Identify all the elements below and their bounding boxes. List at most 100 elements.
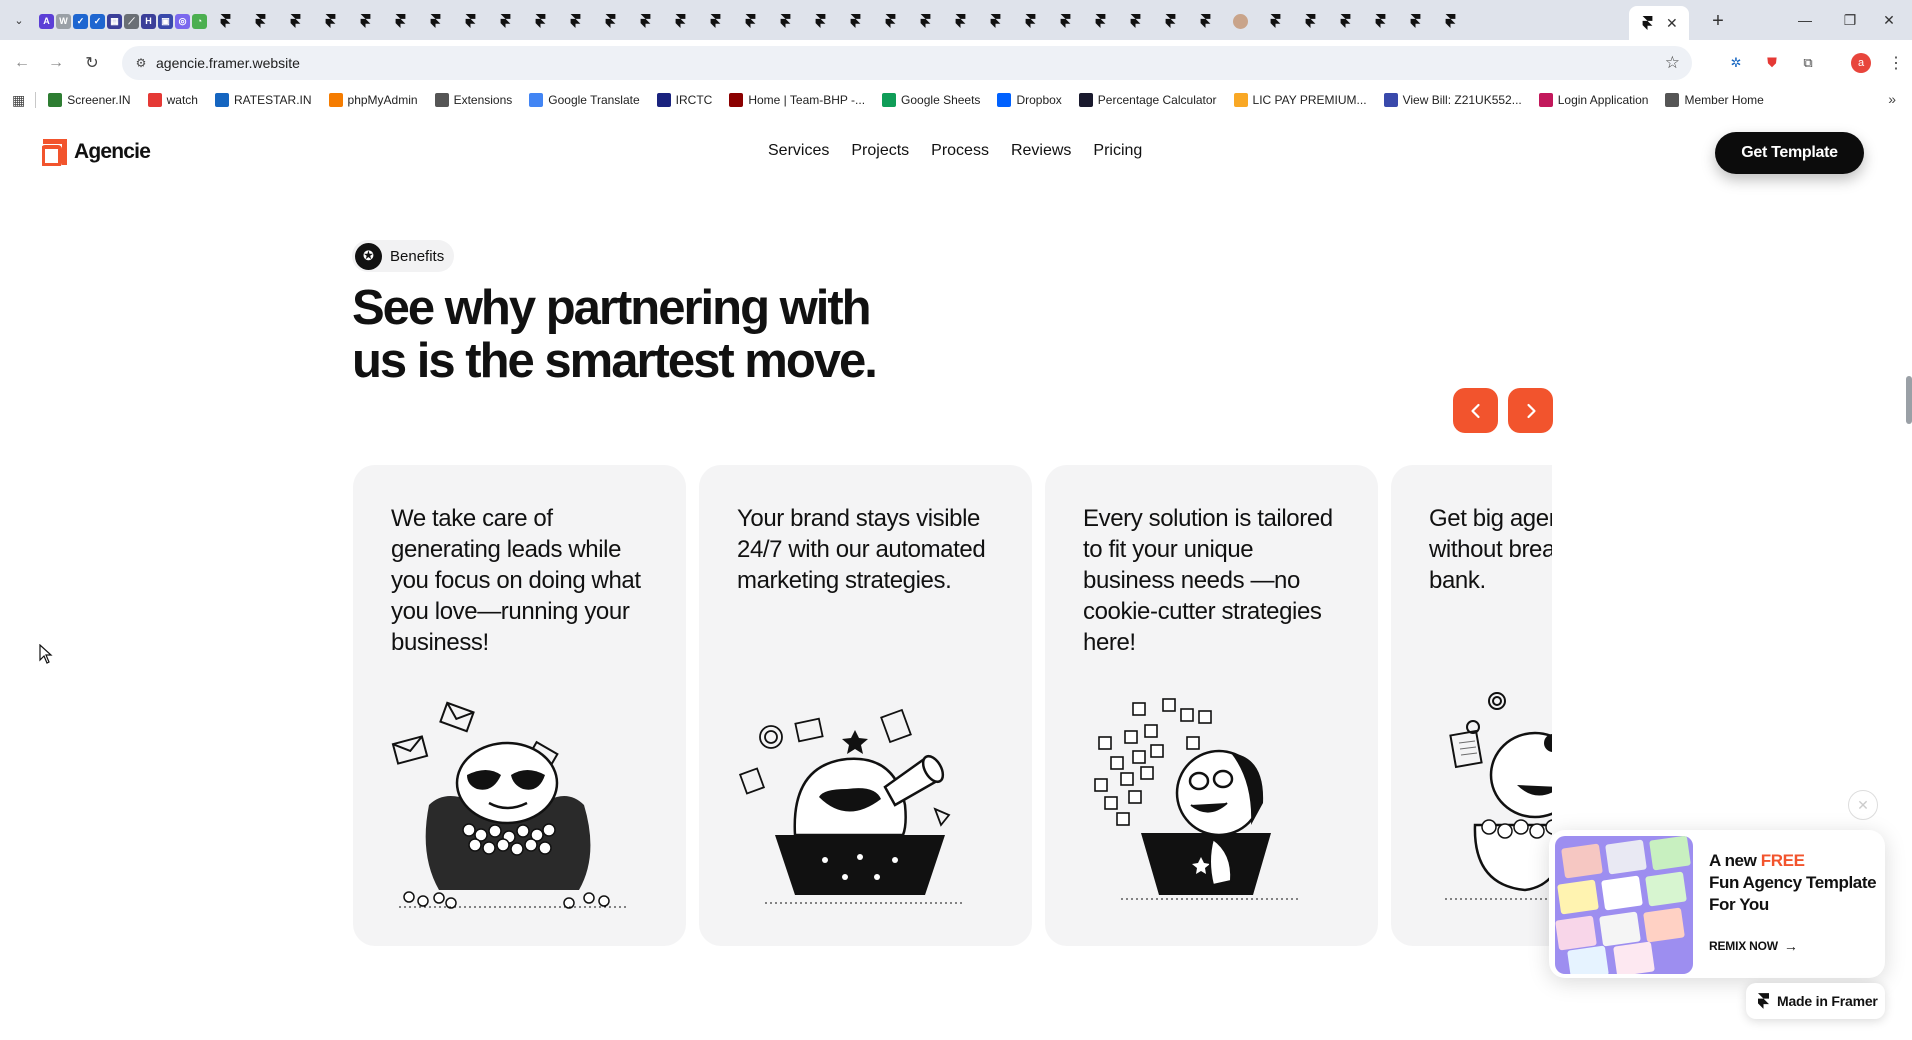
bookmark-item[interactable]: LIC PAY PREMIUM... — [1233, 93, 1367, 107]
profile-avatar[interactable]: a — [1851, 53, 1871, 73]
irctc-icon — [656, 93, 671, 107]
bookmark-item[interactable]: IRCTC — [656, 93, 712, 107]
extension-shield-icon[interactable]: ⛊ — [1762, 53, 1782, 73]
browser-tab[interactable] — [1328, 8, 1363, 34]
template-preview-image — [1555, 836, 1693, 974]
more-bookmarks-icon[interactable]: » — [1888, 91, 1896, 107]
page-scrollbar-thumb[interactable] — [1906, 376, 1912, 424]
site-favicon-icon: ⟋ — [124, 13, 139, 29]
bookmark-item[interactable]: Home | Team-BHP -... — [729, 93, 865, 107]
browser-tab[interactable]: ▣ — [157, 8, 174, 34]
browser-tab[interactable] — [1398, 8, 1433, 34]
browser-tab[interactable] — [1118, 8, 1153, 34]
bookmark-item[interactable]: phpMyAdmin — [328, 93, 418, 107]
nav-process[interactable]: Process — [931, 142, 989, 160]
reload-button[interactable]: ↻ — [80, 51, 104, 75]
bookmark-item[interactable]: watch — [147, 93, 198, 107]
browser-tab[interactable] — [1433, 8, 1468, 34]
browser-tab[interactable] — [208, 8, 243, 34]
bookmark-item[interactable]: Login Application — [1538, 93, 1648, 107]
browser-tab[interactable]: W — [55, 8, 72, 34]
browser-tab[interactable] — [1188, 8, 1223, 34]
minimize-button[interactable]: — — [1782, 0, 1828, 40]
browser-tab[interactable]: H — [140, 8, 157, 34]
close-tab-icon[interactable]: ✕ — [1666, 15, 1678, 32]
browser-tab[interactable] — [803, 8, 838, 34]
extensions-puzzle-icon[interactable]: ⧉ — [1798, 53, 1818, 73]
browser-tab[interactable] — [943, 8, 978, 34]
browser-tab[interactable] — [278, 8, 313, 34]
back-button[interactable]: ← — [10, 51, 34, 75]
browser-tab[interactable] — [1363, 8, 1398, 34]
nav-reviews[interactable]: Reviews — [1011, 142, 1071, 160]
promo-close-button[interactable]: ✕ — [1848, 790, 1878, 820]
browser-tab[interactable] — [418, 8, 453, 34]
made-in-framer-badge[interactable]: Made in Framer — [1746, 983, 1885, 1019]
bookmark-item[interactable]: Google Translate — [529, 93, 640, 107]
bookmark-item[interactable]: Dropbox — [997, 93, 1062, 107]
browser-tab[interactable] — [523, 8, 558, 34]
browser-tab[interactable] — [1083, 8, 1118, 34]
browser-tab[interactable] — [313, 8, 348, 34]
browser-menu-icon[interactable]: ⋮ — [1886, 53, 1906, 73]
browser-tab[interactable] — [488, 8, 523, 34]
extension-blue-icon[interactable]: ✲ — [1726, 53, 1746, 73]
browser-tab[interactable] — [1293, 8, 1328, 34]
browser-tab[interactable] — [873, 8, 908, 34]
address-bar[interactable]: ⚙ agencie.framer.website ☆ — [122, 46, 1692, 80]
browser-tab[interactable]: ◎ — [174, 8, 191, 34]
carousel-next-button[interactable] — [1508, 388, 1553, 433]
browser-tab[interactable] — [453, 8, 488, 34]
bookmark-item[interactable]: Percentage Calculator — [1078, 93, 1217, 107]
browser-tab[interactable]: ◔ — [191, 8, 208, 34]
browser-tab[interactable]: A — [38, 8, 55, 34]
nav-services[interactable]: Services — [768, 142, 829, 160]
remix-now-link[interactable]: REMIX NOW → — [1709, 938, 1798, 954]
browser-tab[interactable] — [768, 8, 803, 34]
bookmark-item[interactable]: RATESTAR.IN — [214, 93, 312, 107]
nav-pricing[interactable]: Pricing — [1093, 142, 1142, 160]
browser-tab[interactable] — [1223, 8, 1258, 34]
browser-tab[interactable] — [348, 8, 383, 34]
bookmark-item[interactable]: Screener.IN — [48, 93, 131, 107]
browser-tab[interactable] — [1013, 8, 1048, 34]
active-tab[interactable]: ✕ — [1629, 6, 1689, 40]
browser-tab[interactable] — [243, 8, 278, 34]
get-template-button[interactable]: Get Template — [1715, 132, 1864, 174]
browser-tab[interactable] — [1258, 8, 1293, 34]
browser-tab[interactable] — [838, 8, 873, 34]
site-logo[interactable]: Agencie — [41, 138, 151, 167]
browser-tab[interactable] — [593, 8, 628, 34]
browser-tab[interactable] — [733, 8, 768, 34]
bookmark-star-icon[interactable]: ☆ — [1665, 53, 1680, 73]
browser-tab[interactable] — [1153, 8, 1188, 34]
browser-tab[interactable] — [908, 8, 943, 34]
teambhp-icon — [729, 93, 744, 107]
browser-tab[interactable]: ✓ — [72, 8, 89, 34]
bookmark-item[interactable]: Member Home — [1665, 93, 1764, 107]
bookmark-item[interactable]: View Bill: Z21UK552... — [1383, 93, 1522, 107]
tab-search-chevron-icon[interactable]: ⌄ — [8, 9, 30, 31]
browser-tab[interactable]: ⟋ — [123, 8, 140, 34]
carousel-prev-button[interactable] — [1453, 388, 1498, 433]
browser-tab[interactable]: ▦ — [106, 8, 123, 34]
browser-tab[interactable] — [978, 8, 1013, 34]
browser-tab[interactable] — [698, 8, 733, 34]
browser-tab[interactable]: ✓ — [89, 8, 106, 34]
site-info-icon[interactable]: ⚙ — [132, 54, 150, 72]
browser-tab[interactable] — [628, 8, 663, 34]
promo-popup[interactable]: A new FREE Fun Agency Template For You R… — [1549, 830, 1885, 978]
close-window-button[interactable]: ✕ — [1866, 0, 1912, 40]
browser-tab[interactable] — [663, 8, 698, 34]
browser-tab[interactable] — [558, 8, 593, 34]
bookmark-item[interactable]: Extensions — [434, 93, 512, 107]
forward-button[interactable]: → — [44, 51, 68, 75]
bookmark-item[interactable]: Google Sheets — [882, 93, 980, 107]
browser-tab[interactable] — [1048, 8, 1083, 34]
url-text[interactable]: agencie.framer.website — [156, 55, 300, 71]
browser-tab[interactable] — [383, 8, 418, 34]
nav-projects[interactable]: Projects — [851, 142, 909, 160]
framer-favicon-icon — [1128, 14, 1143, 29]
new-tab-button[interactable]: + — [1705, 8, 1731, 34]
apps-grid-icon[interactable]: ▦ — [12, 92, 25, 109]
